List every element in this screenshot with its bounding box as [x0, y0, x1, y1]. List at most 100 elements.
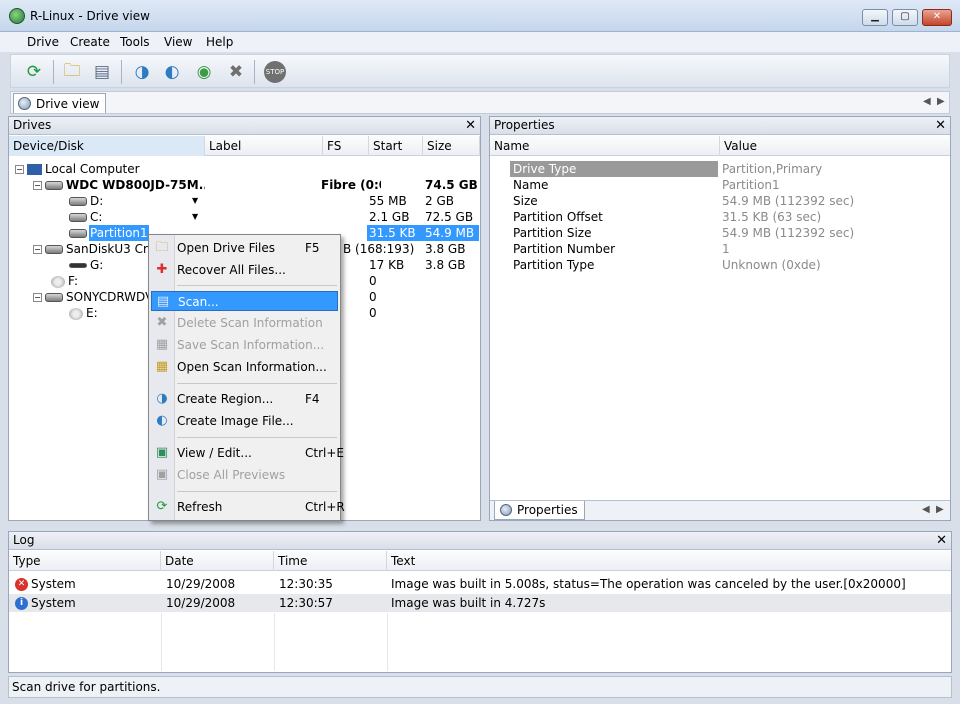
usb-partition-icon — [69, 263, 87, 268]
drive-view-icon — [18, 97, 31, 110]
col-fs[interactable]: FS — [323, 136, 369, 156]
refresh-icon[interactable]: ⟳ — [21, 59, 47, 85]
property-row[interactable]: Partition Offset 31.5 KB (63 sec) — [498, 209, 950, 225]
menu-separator — [177, 285, 337, 286]
recover-icon: ✚ — [156, 262, 168, 277]
close-icon[interactable]: ✕ — [935, 117, 946, 134]
recover-icon[interactable]: ◉ — [191, 59, 217, 85]
menu-create[interactable]: Create — [70, 34, 110, 50]
property-name: Partition Offset — [513, 210, 603, 224]
maximize-button[interactable]: ▢ — [892, 9, 918, 26]
close-icon[interactable]: ✕ — [936, 532, 947, 549]
scroll-right-icon[interactable]: ▶ — [937, 96, 945, 107]
toolbar-separator — [53, 60, 54, 84]
tab-drive-view[interactable]: Drive view — [13, 93, 107, 113]
log-time: 12:30:35 — [279, 577, 333, 591]
col-time[interactable]: Time — [274, 551, 387, 571]
menu-open-scan-information[interactable]: ▦ Open Scan Information... — [151, 357, 338, 377]
context-menu: 🗀 Open Drive Files F5 ✚ Recover All File… — [148, 234, 345, 521]
col-device-disk[interactable]: Device/Disk — [9, 136, 205, 156]
stop-icon[interactable]: STOP — [262, 59, 288, 85]
property-name: Size — [513, 194, 538, 208]
tree-row-d[interactable]: D: ▼ 55 MB 2 GB — [9, 193, 480, 209]
scroll-right-icon[interactable]: ▶ — [936, 504, 944, 515]
menu-open-drive-files[interactable]: 🗀 Open Drive Files F5 — [151, 238, 338, 258]
tree-row-wdc-disk[interactable]: − WDC WD800JD-75M... Fibre (0:0) 74.5 GB — [9, 177, 480, 193]
log-panel-header: Log ✕ — [9, 532, 951, 550]
menu-close-all-previews[interactable]: ▣ Close All Previews — [151, 465, 338, 485]
property-value: 54.9 MB (112392 sec) — [722, 226, 855, 240]
col-start[interactable]: Start — [369, 136, 423, 156]
log-row[interactable]: i System 10/29/2008 12:30:57 Image was b… — [9, 594, 951, 612]
menu-save-scan-information[interactable]: ▦ Save Scan Information... — [151, 335, 338, 355]
menu-create-image-file[interactable]: ◐ Create Image File... — [151, 411, 338, 431]
device-name: G: — [90, 258, 104, 272]
col-text[interactable]: Text — [387, 551, 951, 571]
property-value: Partition1 — [722, 178, 780, 192]
log-type: System — [31, 596, 76, 610]
status-text: Scan drive for partitions. — [12, 680, 161, 694]
menu-scan[interactable]: ▤ Scan... — [151, 291, 338, 311]
tab-properties[interactable]: Properties — [494, 501, 585, 520]
collapse-icon[interactable]: − — [15, 165, 24, 174]
start-value: 31.5 KB — [367, 225, 423, 241]
minimize-button[interactable]: ▁ — [862, 9, 888, 26]
start-value: 0 — [369, 290, 377, 304]
open-files-icon[interactable]: 🗀 — [59, 59, 85, 85]
partition-icon — [69, 197, 87, 206]
menu-view-edit[interactable]: ▣ View / Edit... Ctrl+E — [151, 443, 344, 463]
chevron-down-icon[interactable]: ▼ — [192, 193, 198, 209]
collapse-icon[interactable]: − — [33, 181, 42, 190]
log-date: 10/29/2008 — [166, 596, 236, 610]
menu-separator — [177, 383, 337, 384]
menu-tools[interactable]: Tools — [120, 34, 150, 50]
start-value: 17 KB — [369, 258, 405, 272]
menu-help[interactable]: Help — [206, 34, 233, 50]
col-type[interactable]: Type — [9, 551, 161, 571]
close-icon[interactable]: ✕ — [465, 117, 476, 134]
col-name[interactable]: Name — [490, 136, 720, 156]
menu-refresh[interactable]: ⟳ Refresh Ctrl+R — [151, 497, 345, 517]
log-type: System — [31, 577, 76, 591]
chevron-down-icon[interactable]: ▼ — [192, 209, 198, 225]
menu-recover-all-files[interactable]: ✚ Recover All Files... — [151, 260, 338, 280]
menu-create-region[interactable]: ◑ Create Region... F4 — [151, 389, 338, 409]
col-value[interactable]: Value — [720, 136, 950, 156]
property-row[interactable]: Size 54.9 MB (112392 sec) — [498, 193, 950, 209]
log-row[interactable]: ✕ System 10/29/2008 12:30:35 Image was b… — [9, 575, 951, 593]
device-name: Partition1 — [89, 225, 149, 241]
close-window-button[interactable]: ✕ — [922, 9, 952, 26]
tree-row-local-computer[interactable]: − Local Computer — [9, 161, 480, 177]
menu-drive[interactable]: Drive — [27, 34, 59, 50]
scroll-left-icon[interactable]: ◀ — [923, 96, 931, 107]
log-text: Image was built in 5.008s, status=The op… — [391, 577, 906, 591]
collapse-icon[interactable]: − — [33, 293, 42, 302]
properties-panel-header: Properties ✕ — [490, 117, 950, 135]
scroll-left-icon[interactable]: ◀ — [922, 504, 930, 515]
toolbar-separator — [121, 60, 122, 84]
menu-separator — [177, 491, 337, 492]
menu-delete-scan-information[interactable]: ✖ Delete Scan Information — [151, 313, 338, 333]
create-region-icon[interactable]: ◑ — [129, 59, 155, 85]
scan-icon: ▤ — [156, 294, 170, 309]
tree-row-c[interactable]: C: ▼ 2.1 GB 72.5 GB — [9, 209, 480, 225]
col-label[interactable]: Label — [205, 136, 323, 156]
col-size[interactable]: Size — [423, 136, 480, 156]
device-name: C: — [90, 210, 103, 224]
menu-bar: Drive Create Tools View Help — [0, 32, 960, 52]
device-name: Local Computer — [45, 162, 140, 176]
property-name: Drive Type — [510, 161, 718, 177]
start-value: 0 — [369, 274, 377, 288]
col-date[interactable]: Date — [161, 551, 274, 571]
scan-icon[interactable]: ▤ — [89, 59, 115, 85]
property-row[interactable]: Drive Type Partition,Primary — [498, 161, 950, 177]
create-image-icon[interactable]: ◐ — [159, 59, 185, 85]
property-row[interactable]: Partition Type Unknown (0xde) — [498, 257, 950, 273]
collapse-icon[interactable]: − — [33, 245, 42, 254]
menu-view[interactable]: View — [164, 34, 192, 50]
property-row[interactable]: Partition Size 54.9 MB (112392 sec) — [498, 225, 950, 241]
grid-line — [274, 613, 275, 671]
property-row[interactable]: Name Partition1 — [498, 177, 950, 193]
property-row[interactable]: Partition Number 1 — [498, 241, 950, 257]
close-previews-icon[interactable]: ✖ — [223, 59, 249, 85]
